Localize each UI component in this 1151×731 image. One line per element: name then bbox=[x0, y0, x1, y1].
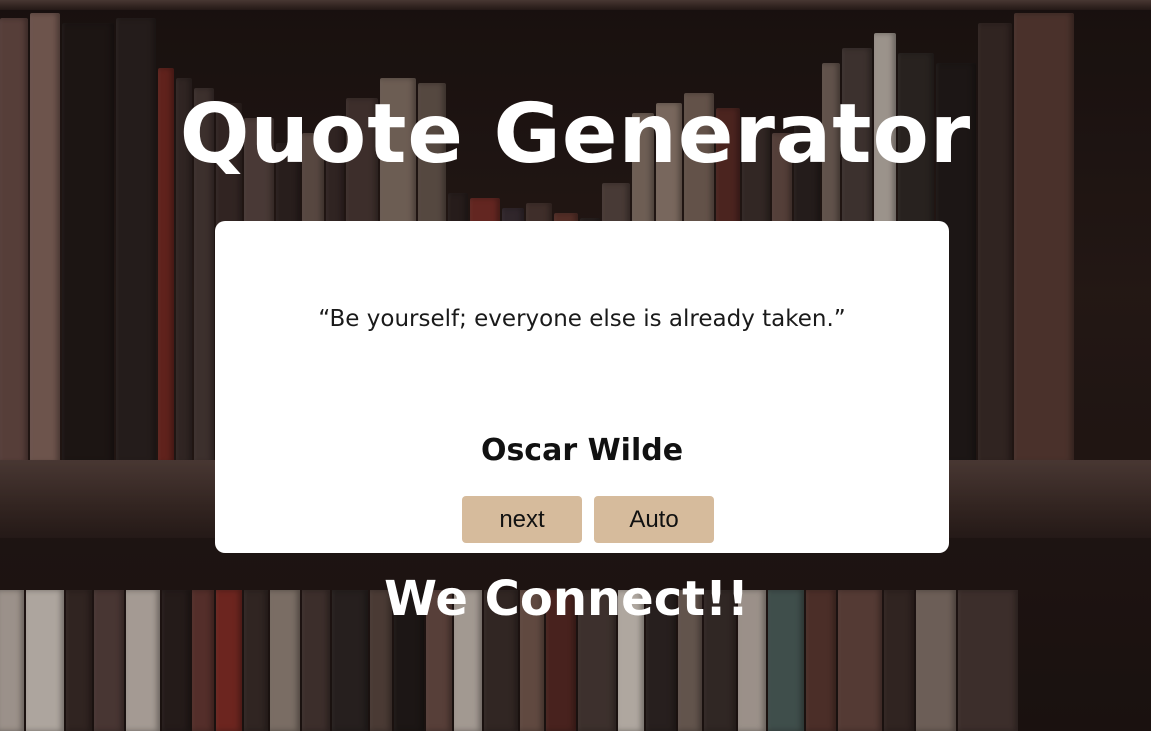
next-button[interactable]: next bbox=[462, 496, 582, 543]
tagline: We Connect!! bbox=[384, 571, 749, 627]
auto-button[interactable]: Auto bbox=[594, 496, 714, 543]
quote-card: “Be yourself; everyone else is already t… bbox=[215, 221, 949, 553]
quote-text: “Be yourself; everyone else is already t… bbox=[318, 306, 846, 332]
quote-author: Oscar Wilde bbox=[480, 433, 684, 468]
page-title: Quote Generator bbox=[179, 87, 972, 182]
